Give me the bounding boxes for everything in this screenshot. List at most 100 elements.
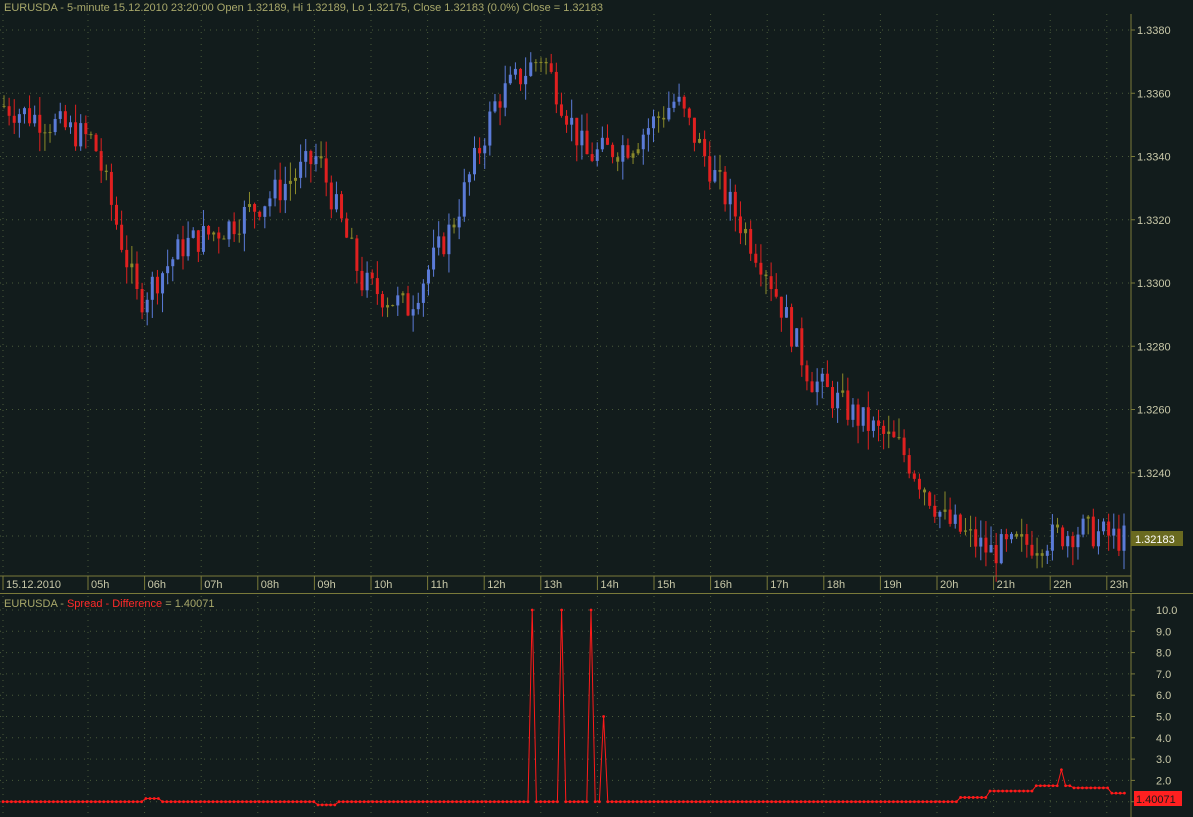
spread-point bbox=[908, 800, 912, 804]
spread-point bbox=[791, 800, 794, 804]
spread-point bbox=[816, 800, 820, 804]
spread-point bbox=[883, 800, 887, 804]
candle-body bbox=[621, 145, 625, 162]
spread-point bbox=[530, 608, 534, 612]
spread-point bbox=[5, 800, 9, 804]
candle-body bbox=[631, 153, 635, 158]
candle-body bbox=[447, 224, 451, 255]
candle-body bbox=[1004, 534, 1008, 540]
spread-point bbox=[900, 800, 904, 804]
spread-point bbox=[829, 800, 832, 804]
spread-point bbox=[854, 800, 857, 804]
price-panel-title: EURUSDA - 5-minute 15.12.2010 23:20:00 O… bbox=[4, 2, 603, 14]
spread-point bbox=[472, 800, 475, 804]
candle-body bbox=[227, 221, 231, 240]
candle-body bbox=[1102, 521, 1106, 532]
candle-body bbox=[544, 61, 548, 64]
spread-point bbox=[539, 800, 542, 804]
spread-point bbox=[732, 800, 736, 804]
spread-point bbox=[329, 803, 332, 807]
candle-body bbox=[616, 157, 620, 162]
spread-point bbox=[505, 800, 509, 804]
spread-point bbox=[976, 796, 979, 799]
candle-body bbox=[595, 149, 599, 161]
spread-point bbox=[753, 800, 757, 804]
spread-point bbox=[967, 796, 971, 799]
spread-point bbox=[186, 800, 190, 804]
candle-body bbox=[355, 238, 359, 271]
candle-body bbox=[314, 156, 318, 165]
candle-body bbox=[605, 137, 609, 145]
candle-body bbox=[969, 529, 973, 531]
spread-y-tick-label: 2.0 bbox=[1156, 775, 1171, 787]
spread-point bbox=[257, 800, 261, 804]
candle-body bbox=[1040, 553, 1044, 556]
spread-point bbox=[572, 800, 576, 804]
candle-body bbox=[478, 147, 482, 154]
candle-body bbox=[483, 145, 487, 154]
spread-y-tick-label: 3.0 bbox=[1156, 754, 1171, 766]
spread-point bbox=[333, 803, 337, 807]
spread-point bbox=[1060, 768, 1063, 772]
spread-point bbox=[602, 715, 605, 718]
spread-y-tick-label: 10.0 bbox=[1156, 605, 1177, 617]
candle-body bbox=[109, 171, 113, 205]
candle-body bbox=[104, 170, 108, 172]
spread-point bbox=[547, 800, 551, 804]
spread-point bbox=[68, 800, 72, 804]
candle-body bbox=[28, 108, 32, 124]
spread-point bbox=[308, 800, 311, 804]
spread-point bbox=[619, 800, 622, 804]
spread-point bbox=[178, 800, 181, 804]
spread-point bbox=[341, 800, 345, 804]
spread-y-tick-label: 9.0 bbox=[1156, 626, 1171, 638]
spread-title-value: = 1.40071 bbox=[162, 598, 214, 610]
candle-body bbox=[140, 288, 144, 313]
candle-body bbox=[657, 116, 661, 118]
spread-point bbox=[1076, 786, 1080, 790]
spread-point bbox=[94, 800, 97, 804]
spread-point bbox=[127, 800, 131, 804]
spread-point bbox=[1, 800, 5, 804]
spread-point bbox=[123, 800, 127, 804]
candle-body bbox=[294, 177, 298, 181]
candle-body bbox=[161, 273, 165, 294]
spread-point bbox=[560, 608, 563, 612]
spread-point bbox=[278, 800, 282, 804]
candle-body bbox=[1015, 533, 1019, 537]
spread-point bbox=[312, 800, 316, 804]
spread-point bbox=[1026, 789, 1030, 793]
price-y-tick-label: 1.3280 bbox=[1137, 341, 1171, 353]
candle-body bbox=[1081, 518, 1085, 535]
candle-body bbox=[565, 115, 569, 125]
spread-point bbox=[157, 797, 160, 800]
spread-point bbox=[862, 800, 866, 804]
candle-body bbox=[687, 108, 691, 118]
candle-body bbox=[590, 154, 594, 161]
price-y-tick-label: 1.3260 bbox=[1137, 405, 1171, 417]
candle-body bbox=[1117, 528, 1121, 551]
price-x-tick-label: 06h bbox=[148, 579, 166, 591]
candle-body bbox=[263, 206, 267, 217]
candle-body bbox=[718, 170, 722, 172]
candle-body bbox=[759, 262, 763, 275]
spread-point bbox=[47, 800, 51, 804]
candle-body bbox=[253, 204, 257, 212]
candle-body bbox=[63, 111, 67, 128]
spread-point bbox=[358, 800, 362, 804]
candle-body bbox=[1086, 516, 1090, 519]
candle-body bbox=[554, 71, 558, 105]
spread-point bbox=[1034, 784, 1038, 788]
spread-point bbox=[362, 800, 366, 804]
spread-y-tick-label: 4.0 bbox=[1156, 733, 1171, 745]
candle-body bbox=[570, 117, 574, 125]
spread-point bbox=[346, 800, 349, 804]
candle-body bbox=[953, 514, 957, 524]
spread-point bbox=[14, 800, 17, 804]
candle-body bbox=[559, 104, 563, 116]
spread-last-value-label: 1.40071 bbox=[1136, 794, 1176, 806]
spread-point bbox=[375, 800, 379, 804]
spread-point bbox=[778, 800, 782, 804]
candle-body bbox=[247, 204, 251, 207]
spread-point bbox=[514, 800, 517, 804]
